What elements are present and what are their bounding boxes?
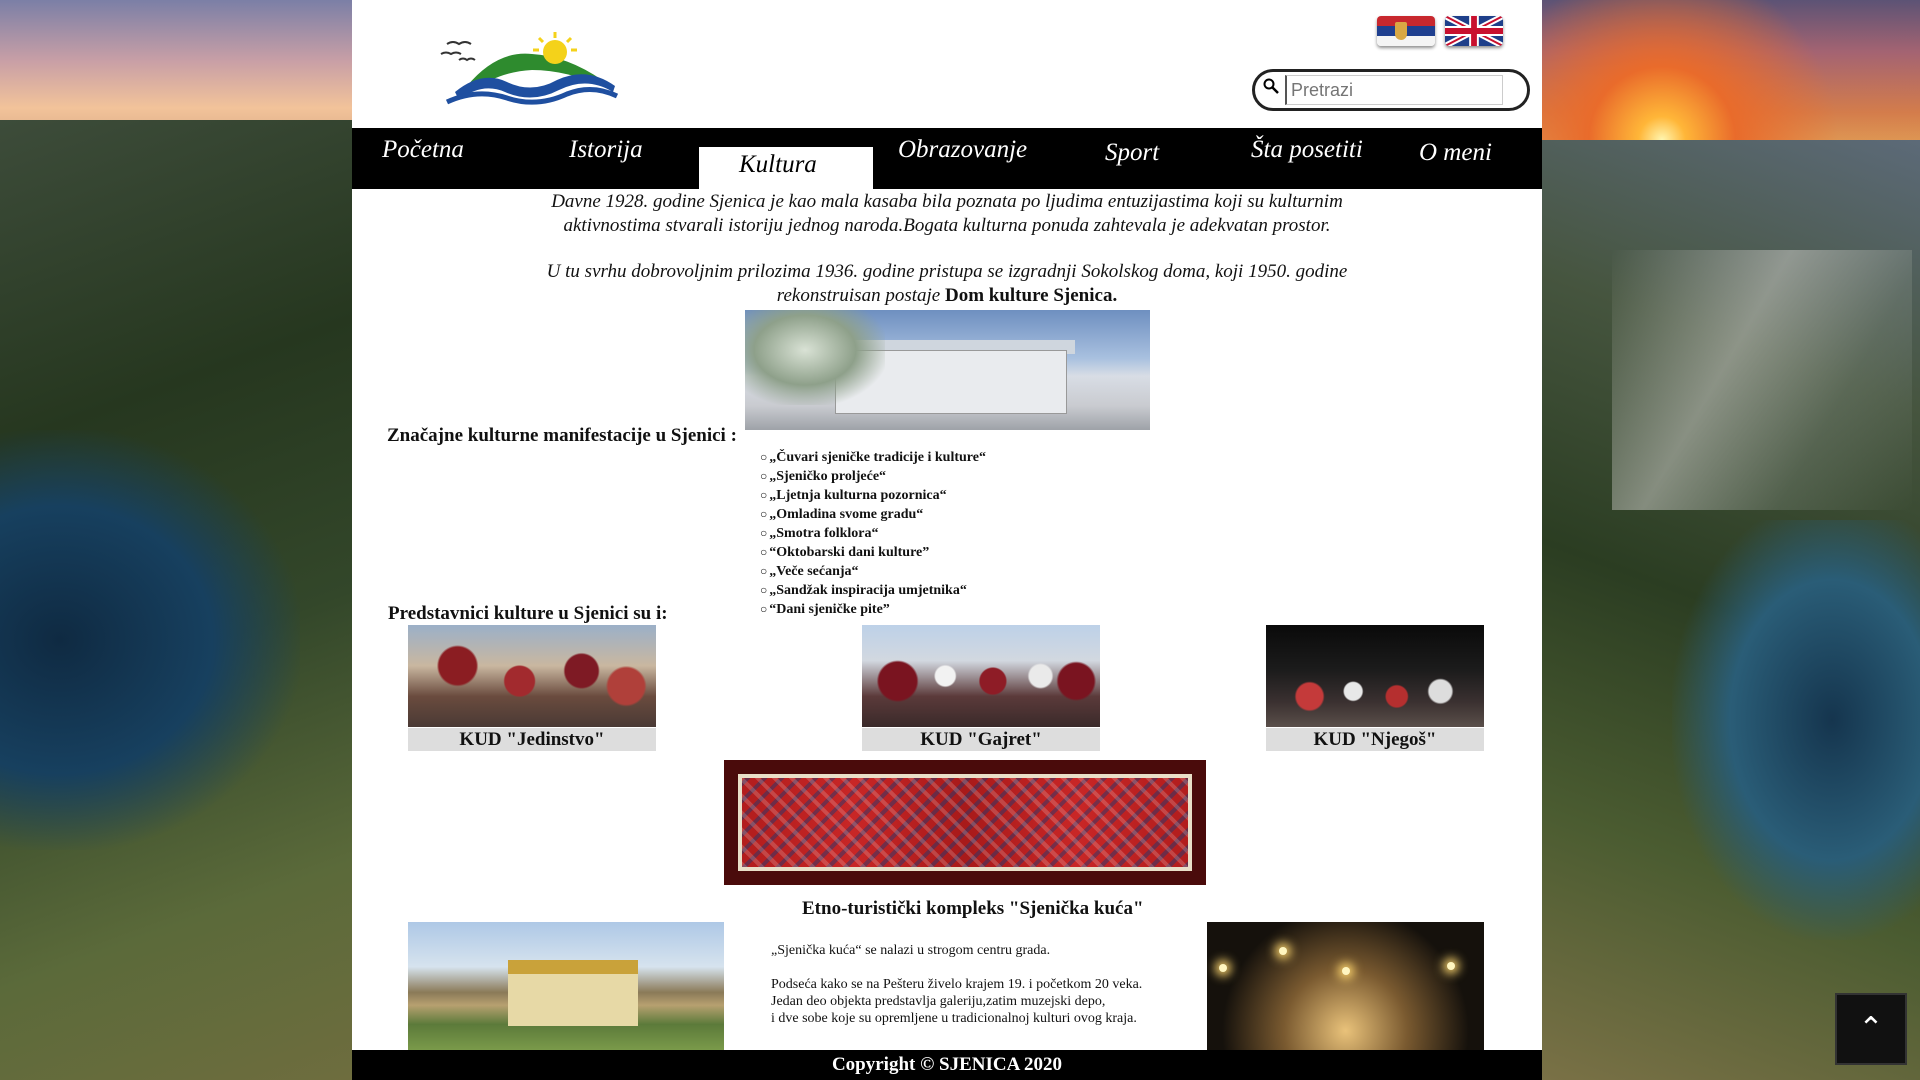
kud-jedinstvo-caption: KUD "Jedinstvo" <box>408 728 656 751</box>
sjenicka-kuca-night-photo <box>1207 922 1484 1050</box>
list-item: “Oktobarski dani kulture” <box>760 543 986 562</box>
kud-njegos-caption: KUD "Njegoš" <box>1266 728 1484 751</box>
list-item: „Ljetnja kulturna pozornica“ <box>760 486 986 505</box>
kud-gajret-caption: KUD "Gajret" <box>862 728 1100 751</box>
list-item: „Veče sećanja“ <box>760 562 986 581</box>
english-flag-icon[interactable] <box>1445 16 1503 46</box>
manifestations-title: Značajne kulturne manifestacije u Sjenic… <box>387 425 737 446</box>
back-to-top-button[interactable]: ⌃ <box>1835 993 1907 1065</box>
kud-gajret-photo <box>862 625 1100 727</box>
kud-jedinstvo-photo <box>408 625 656 727</box>
representatives-title: Predstavnici kulture u Sjenici su i: <box>388 603 668 624</box>
manifestations-list: „Čuvari sjeničke tradicije i kulture“ „S… <box>760 448 986 619</box>
etno-description: „Sjenička kuća“ se nalazi u strogom cent… <box>771 942 1142 1027</box>
footer-copyright: Copyright © SJENICA 2020 <box>352 1050 1542 1080</box>
main-nav: Početna Istorija Kultura Obrazovanje Spo… <box>352 128 1542 189</box>
list-item: „Sjeničko proljeće“ <box>760 467 986 486</box>
header <box>352 0 1542 128</box>
serbian-flag-icon[interactable] <box>1377 16 1435 46</box>
list-item: „Omladina svome gradu“ <box>760 505 986 524</box>
etno-line-2: Podseća kako se na Pešteru živelo krajem… <box>771 977 1143 992</box>
list-item: „Smotra folklora“ <box>760 524 986 543</box>
kud-njegos-photo <box>1266 625 1484 727</box>
intro-text: Davne 1928. godine Sjenica je kao mala k… <box>352 190 1542 308</box>
dom-kulture-photo <box>745 310 1150 430</box>
intro-paragraph-2: U tu svrhu dobrovoljnim prilozima 1936. … <box>352 260 1542 308</box>
etno-title: Etno-turistički kompleks "Sjenička kuća" <box>802 898 1144 919</box>
nav-item-o-meni[interactable]: O meni <box>1419 139 1492 167</box>
sjenicka-kuca-photo <box>408 922 724 1050</box>
traditional-carpet-image <box>724 760 1206 885</box>
etno-line-4: i dve sobe koje su opremljene u tradicio… <box>771 1011 1137 1026</box>
nav-item-obrazovanje[interactable]: Obrazovanje <box>898 136 1027 164</box>
intro-paragraph-1: Davne 1928. godine Sjenica je kao mala k… <box>551 191 1343 236</box>
list-item: „Sandžak inspiracija umjetnika“ <box>760 581 986 600</box>
search-icon[interactable] <box>1263 78 1279 94</box>
site-logo[interactable] <box>437 30 627 110</box>
background-canyon-left <box>0 0 352 1080</box>
etno-line-3: Jedan deo objekta predstavlja galeriju,z… <box>771 994 1106 1009</box>
nav-item-pocetna[interactable]: Početna <box>382 136 464 164</box>
chevron-up-icon: ⌃ <box>1858 1011 1884 1046</box>
etno-line-1: „Sjenička kuća“ se nalazi u strogom cent… <box>771 943 1051 958</box>
list-item: „Čuvari sjeničke tradicije i kulture“ <box>760 448 986 467</box>
page-container: Početna Istorija Kultura Obrazovanje Spo… <box>352 0 1542 1080</box>
nav-item-sta-posetiti[interactable]: Šta posetiti <box>1251 136 1363 164</box>
search-input[interactable] <box>1285 75 1503 105</box>
nav-item-sport[interactable]: Sport <box>1105 139 1159 167</box>
search-box <box>1252 69 1530 111</box>
nav-item-kultura-label: Kultura <box>739 151 817 178</box>
nav-item-istorija[interactable]: Istorija <box>569 136 643 164</box>
list-item: “Dani sjeničke pite” <box>760 600 986 619</box>
nav-item-kultura[interactable]: Kultura <box>699 147 873 189</box>
background-canyon-right <box>1542 0 1920 1080</box>
dom-kulture-name: Dom kulture Sjenica. <box>944 285 1118 306</box>
